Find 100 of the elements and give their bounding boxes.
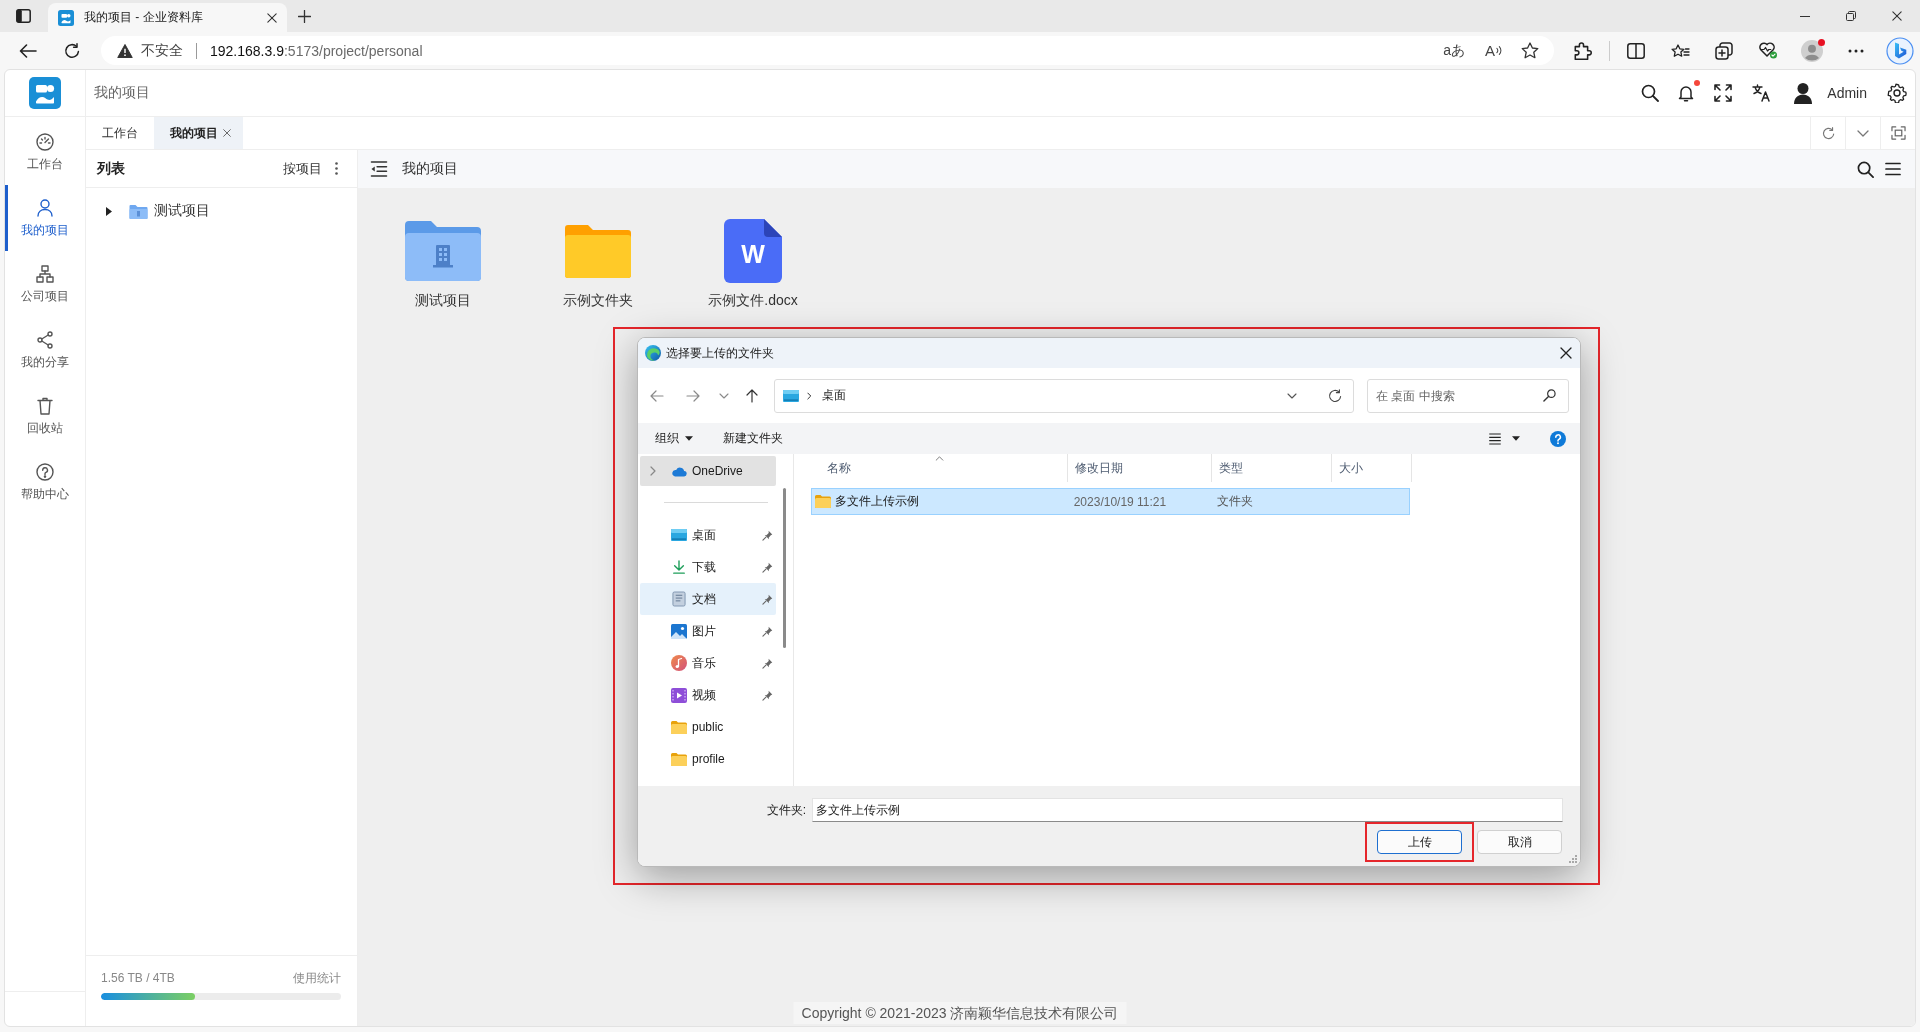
forward-arrow-icon[interactable] — [686, 389, 700, 402]
search-icon[interactable] — [1857, 160, 1874, 178]
nav-pane-item[interactable]: 音乐 — [640, 647, 776, 679]
logo-icon[interactable] — [1886, 36, 1914, 65]
back-icon[interactable] — [19, 43, 37, 58]
search-icon[interactable] — [1641, 84, 1660, 102]
group-by-button[interactable]: 按项目 — [283, 159, 322, 178]
nav-item[interactable]: 回收站 — [5, 383, 85, 449]
pin-icon[interactable] — [762, 561, 773, 573]
refresh-icon[interactable] — [1328, 388, 1342, 403]
fullscreen-icon[interactable] — [1714, 84, 1733, 102]
file-item[interactable]: 测试项目 — [383, 218, 503, 310]
search-icon[interactable] — [1543, 388, 1556, 402]
search-field[interactable]: 在 桌面 中搜索 — [1367, 378, 1569, 413]
nav-pane-item[interactable]: 视频 — [640, 679, 776, 711]
file-item[interactable]: 示例文件夹 — [538, 218, 658, 310]
column-header[interactable]: 类型 — [1212, 454, 1332, 482]
nav-pane-item[interactable]: public — [640, 711, 776, 743]
url-text[interactable]: 192.168.3.9:5173/project/personal — [210, 42, 423, 59]
sidebar-toggle-icon[interactable] — [16, 9, 31, 23]
command-button[interactable]: 新建文件夹 — [723, 430, 783, 447]
dialog-button[interactable]: 取消 — [1477, 830, 1562, 854]
chevron-down-icon[interactable] — [1287, 392, 1297, 399]
dialog-button[interactable]: 上传 — [1377, 830, 1462, 854]
nav-pane-item[interactable]: 文档 — [640, 583, 776, 615]
refresh-icon[interactable] — [64, 42, 80, 59]
nav-item[interactable]: 帮助中心 — [5, 449, 85, 515]
bell-icon[interactable] — [1678, 84, 1695, 102]
nav-item[interactable]: 我的分享 — [5, 317, 85, 383]
minimize-icon[interactable] — [1800, 15, 1810, 17]
security-label[interactable]: 不安全 — [141, 41, 183, 60]
menu-button[interactable]: 组织 — [655, 430, 693, 447]
caret-right-icon[interactable] — [106, 206, 112, 216]
pin-icon[interactable] — [762, 689, 773, 701]
heart-check-icon[interactable] — [1758, 42, 1778, 59]
path-field[interactable]: 桌面 — [774, 378, 1354, 413]
resize-grip-icon[interactable] — [1569, 855, 1577, 863]
close-icon[interactable] — [1892, 11, 1902, 21]
tree-item[interactable]: 测试项目 — [86, 198, 357, 224]
column-header[interactable]: 大小 — [1332, 454, 1412, 482]
nav-pane-item[interactable]: OneDrive — [640, 456, 776, 486]
usage-stats-link[interactable]: 使用统计 — [293, 970, 341, 986]
folder-name-field[interactable]: 多文件上传示例 — [812, 798, 1563, 822]
more-icon[interactable] — [1848, 48, 1864, 53]
pin-icon[interactable] — [762, 593, 773, 605]
split-screen-icon[interactable] — [1627, 42, 1645, 59]
chevron-right-icon[interactable] — [807, 391, 812, 400]
read-aloud-button[interactable]: A — [1485, 42, 1503, 59]
address-bar[interactable]: 不安全 192.168.3.9:5173/project/personal aあ A — [101, 36, 1554, 65]
chevron-right-icon[interactable] — [650, 466, 656, 476]
back-arrow-icon[interactable] — [650, 389, 664, 402]
restore-icon[interactable] — [1846, 11, 1856, 21]
new-tab-icon[interactable] — [298, 9, 311, 23]
page-tab[interactable]: 我的项目 — [154, 117, 243, 149]
warning-icon[interactable] — [117, 43, 133, 58]
app-logo-icon[interactable] — [29, 77, 61, 109]
translate-icon[interactable] — [1752, 84, 1771, 102]
profile-avatar-icon[interactable] — [1801, 39, 1823, 62]
breadcrumb-item[interactable]: 桌面 — [822, 387, 846, 404]
star-icon[interactable] — [1521, 42, 1539, 59]
document-icon — [672, 591, 686, 607]
help-icon[interactable] — [1550, 430, 1566, 447]
caret-down-icon[interactable] — [1512, 436, 1520, 441]
download-icon — [672, 559, 686, 575]
user-name[interactable]: Admin — [1827, 85, 1867, 101]
reload-icon[interactable] — [1821, 126, 1835, 140]
pin-icon[interactable] — [762, 657, 773, 669]
column-header[interactable]: 名称 — [811, 454, 1068, 482]
puzzle-icon[interactable] — [1574, 41, 1592, 60]
collections-icon[interactable] — [1715, 41, 1733, 60]
column-header[interactable]: 修改日期 — [1068, 454, 1212, 482]
pin-icon[interactable] — [762, 625, 773, 637]
pin-icon[interactable] — [762, 529, 773, 541]
translate-button[interactable]: aあ — [1443, 41, 1465, 60]
nav-item[interactable]: 我的项目 — [5, 185, 85, 251]
close-icon[interactable] — [1560, 347, 1572, 359]
favorites-list-icon[interactable] — [1670, 43, 1690, 58]
nav-pane-item[interactable]: 下载 — [640, 551, 776, 583]
nav-pane-item[interactable]: profile — [640, 743, 776, 775]
browser-tab[interactable]: 我的项目 - 企业资料库 — [48, 3, 287, 32]
up-arrow-icon[interactable] — [746, 388, 758, 403]
expand-frame-icon[interactable] — [1890, 126, 1906, 140]
indent-icon[interactable] — [370, 161, 388, 177]
page-tab[interactable]: 工作台 — [86, 117, 154, 149]
chevron-down-icon[interactable] — [719, 392, 729, 399]
nav-pane-item[interactable]: 图片 — [640, 615, 776, 647]
kebab-icon[interactable] — [335, 162, 338, 175]
scrollbar[interactable] — [783, 488, 786, 648]
file-type: 文件夹 — [1216, 493, 1253, 510]
user-avatar-icon[interactable] — [1793, 82, 1814, 104]
chevron-down-icon[interactable] — [1857, 129, 1869, 137]
settings-icon[interactable] — [1887, 83, 1907, 103]
file-item[interactable]: W 示例文件.docx — [693, 218, 813, 310]
close-icon[interactable] — [267, 12, 277, 23]
view-options-icon[interactable] — [1489, 432, 1501, 445]
menu-icon[interactable] — [1885, 162, 1901, 176]
nav-item[interactable]: 工作台 — [5, 119, 85, 185]
nav-pane-item[interactable]: 桌面 — [640, 519, 776, 551]
file-row[interactable]: 多文件上传示例 2023/10/19 11:21 文件夹 — [811, 488, 1410, 515]
nav-item[interactable]: 公司项目 — [5, 251, 85, 317]
